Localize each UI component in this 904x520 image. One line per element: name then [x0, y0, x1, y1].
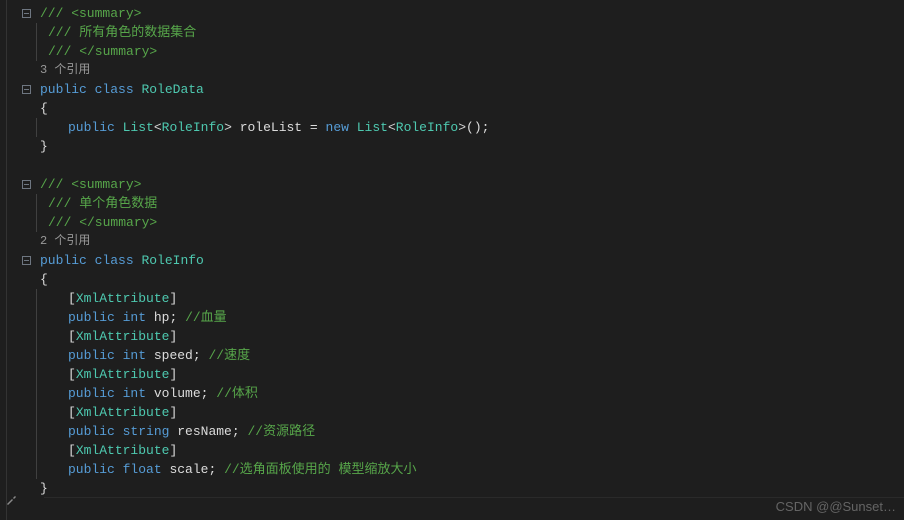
codelens-references[interactable]: 3 个引用 — [40, 61, 90, 80]
code-line: /// <summary> — [0, 4, 904, 23]
fold-toggle[interactable] — [20, 180, 32, 189]
code-line: [XmlAttribute] — [0, 327, 904, 346]
class-name: RoleData — [141, 80, 203, 99]
code-line: public int speed; //速度 — [0, 346, 904, 365]
fold-toggle[interactable] — [20, 9, 32, 18]
keyword-class: class — [95, 80, 134, 99]
doc-comment: /// 所有角色的数据集合 — [48, 23, 196, 42]
class-name: RoleInfo — [141, 251, 203, 270]
screwdriver-icon[interactable] — [4, 493, 18, 514]
doc-comment: /// </summary> — [48, 42, 157, 61]
codelens-references[interactable]: 2 个引用 — [40, 232, 90, 251]
code-line: public string resName; //资源路径 — [0, 422, 904, 441]
doc-comment: /// </summary> — [48, 213, 157, 232]
codelens[interactable]: 2 个引用 — [0, 232, 904, 251]
code-line: /// 单个角色数据 — [0, 194, 904, 213]
doc-comment: /// <summary> — [40, 175, 141, 194]
code-editor[interactable]: /// <summary> /// 所有角色的数据集合 /// </summar… — [0, 0, 904, 498]
code-line: public class RoleData — [0, 80, 904, 99]
code-line: public int volume; //体积 — [0, 384, 904, 403]
doc-comment: /// 单个角色数据 — [48, 194, 157, 213]
fold-toggle[interactable] — [20, 85, 32, 94]
brace: } — [40, 137, 48, 156]
code-line: } — [0, 479, 904, 498]
code-line: public class RoleInfo — [0, 251, 904, 270]
code-line: } — [0, 137, 904, 156]
doc-comment: /// <summary> — [40, 4, 141, 23]
fold-toggle[interactable] — [20, 256, 32, 265]
code-line: public float scale; //选角面板使用的 模型缩放大小 — [0, 460, 904, 479]
brace: { — [40, 99, 48, 118]
code-line: { — [0, 99, 904, 118]
code-line: public int hp; //血量 — [0, 308, 904, 327]
code-line: [XmlAttribute] — [0, 403, 904, 422]
field-name: hp; — [154, 308, 177, 327]
code-line: [XmlAttribute] — [0, 289, 904, 308]
code-line: /// 所有角色的数据集合 — [0, 23, 904, 42]
code-line: [XmlAttribute] — [0, 365, 904, 384]
attribute: XmlAttribute — [76, 289, 170, 308]
code-line: /// </summary> — [0, 213, 904, 232]
code-line: /// <summary> — [0, 175, 904, 194]
code-line: public List<RoleInfo> roleList = new Lis… — [0, 118, 904, 137]
keyword-public: public — [40, 80, 87, 99]
codelens[interactable]: 3 个引用 — [0, 61, 904, 80]
code-line: /// </summary> — [0, 42, 904, 61]
code-line: [XmlAttribute] — [0, 441, 904, 460]
code-line: { — [0, 270, 904, 289]
blank-line — [0, 156, 904, 175]
watermark-text: CSDN @@Sunset… — [776, 497, 896, 516]
field-name: roleList — [240, 118, 302, 137]
